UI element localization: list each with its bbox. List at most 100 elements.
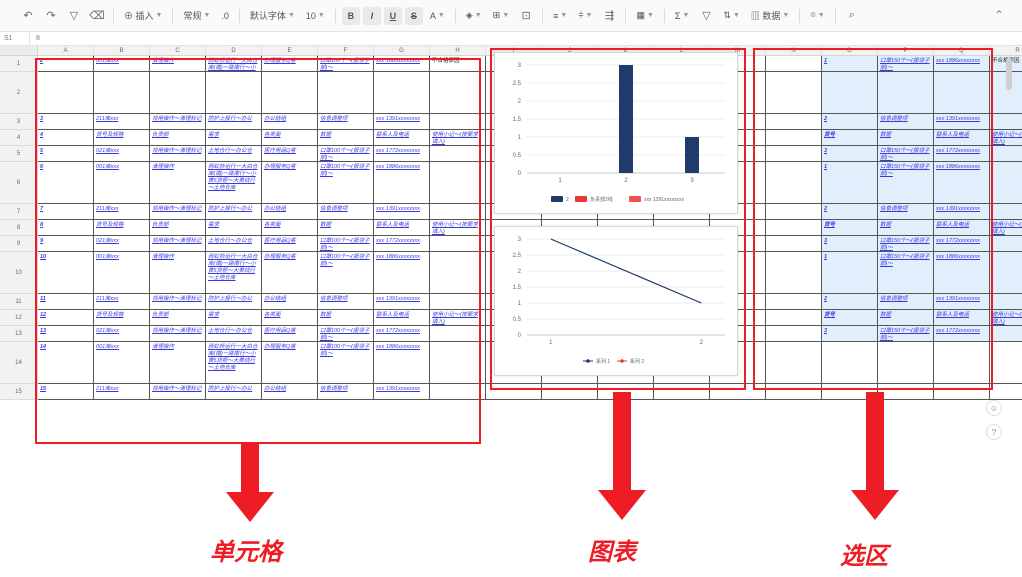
- column-header-e[interactable]: E: [262, 46, 318, 56]
- number-format-dropdown[interactable]: 常规 ▼: [179, 6, 214, 26]
- italic-button[interactable]: I: [362, 6, 381, 25]
- fill-color-icon: ◈: [465, 10, 473, 20]
- formula-bar: S1 8: [0, 32, 1022, 46]
- cell-r13[interactable]: [990, 326, 1022, 342]
- select-all-corner[interactable]: [0, 46, 38, 56]
- bar[interactable]: [619, 65, 633, 173]
- column-header-a[interactable]: A: [38, 46, 94, 56]
- y-tick-label: 1.5: [513, 117, 522, 123]
- search-icon[interactable]: ⌕: [842, 6, 862, 26]
- chevron-down-icon: ▼: [502, 12, 510, 19]
- feedback-icon[interactable]: ☺: [986, 400, 1002, 416]
- cell-r5[interactable]: [990, 146, 1022, 162]
- legend-swatch: [629, 196, 641, 202]
- redo-icon[interactable]: ↷: [41, 6, 61, 26]
- align-icon: ≡: [553, 10, 559, 21]
- row-header-3[interactable]: 3: [0, 114, 38, 130]
- chevron-down-icon: ▼: [560, 12, 568, 19]
- cell-r11[interactable]: [990, 294, 1022, 310]
- help-icon[interactable]: ?: [986, 424, 1002, 440]
- merge-cells-icon[interactable]: ⊡: [516, 6, 536, 26]
- format-painter-icon[interactable]: ▽: [64, 6, 84, 26]
- column-header-g[interactable]: G: [374, 46, 430, 56]
- function-button[interactable]: Σ ▼: [671, 6, 694, 26]
- bar-chart-panel[interactable]: 0 0.5 1 1.5 2 2.5 3 1 2 3 2 负责部2线 xxx 1391xxxxxxxx: [494, 52, 738, 214]
- cell-r15[interactable]: [990, 384, 1022, 400]
- x-tick-label: 1: [549, 340, 553, 346]
- row-header-2[interactable]: 2: [0, 72, 38, 114]
- y-tick-label: 2: [518, 99, 522, 105]
- row-header-9[interactable]: 9: [0, 236, 38, 252]
- underline-button[interactable]: U: [383, 6, 402, 25]
- column-header-d[interactable]: D: [206, 46, 262, 56]
- bar-chart-svg: 0 0.5 1 1.5 2 2.5 3 1 2 3 2 负责部2线 xxx 1391xxxxxxxx: [513, 63, 725, 203]
- cell-r14[interactable]: [990, 342, 1022, 384]
- selection-arrow-icon: [851, 392, 899, 520]
- fill-color-button[interactable]: ◈ ▼: [462, 6, 486, 26]
- legend-label: 负责部2线: [590, 196, 613, 203]
- cell-r9[interactable]: [990, 236, 1022, 252]
- column-header-c[interactable]: C: [150, 46, 206, 56]
- column-header-b[interactable]: B: [94, 46, 150, 56]
- insert-button[interactable]: ⊕ 插入 ▼: [120, 6, 166, 26]
- x-tick-label: 2: [624, 178, 628, 184]
- column-header-f[interactable]: F: [318, 46, 374, 56]
- row-header-6[interactable]: 6: [0, 162, 38, 204]
- chevron-down-icon: ▼: [732, 12, 740, 19]
- selection-callout-label: 选区: [840, 542, 888, 570]
- font-size-dropdown[interactable]: 10 ▼: [302, 6, 329, 26]
- column-header-r[interactable]: R: [990, 46, 1022, 56]
- cell-r8[interactable]: 使用小记～(按要求填入): [990, 220, 1022, 236]
- data-button[interactable]: ▥ 数据 ▼: [747, 6, 793, 26]
- freeze-button[interactable]: ▦ ▼: [632, 6, 657, 26]
- selection-highlight-box: [753, 48, 993, 390]
- vertical-align-icon: ⫩: [578, 10, 584, 20]
- row-header-10[interactable]: 10: [0, 252, 38, 294]
- cell-r10[interactable]: [990, 252, 1022, 294]
- font-color-button[interactable]: A ▼: [426, 6, 449, 26]
- chevron-down-icon: ▼: [203, 12, 211, 19]
- formula-input[interactable]: 8: [30, 35, 40, 42]
- bar[interactable]: [685, 137, 699, 173]
- strikethrough-button[interactable]: S: [404, 6, 423, 25]
- line-chart-panel[interactable]: 0 0.5 1 1.5 2 2.5 3 1 2 系列 1 系列 2: [494, 226, 738, 376]
- border-button[interactable]: ⊞ ▼: [489, 6, 513, 26]
- clear-format-icon[interactable]: ⌫: [87, 6, 107, 26]
- row-header-8[interactable]: 8: [0, 220, 38, 236]
- vertical-scrollbar[interactable]: [1006, 58, 1012, 90]
- row-header-13[interactable]: 13: [0, 326, 38, 342]
- sum-icon: Σ: [674, 10, 681, 21]
- row-header-11[interactable]: 11: [0, 294, 38, 310]
- row-header-15[interactable]: 15: [0, 384, 38, 400]
- row-header-7[interactable]: 7: [0, 204, 38, 220]
- row-header-14[interactable]: 14: [0, 342, 38, 384]
- legend-swatch: [575, 196, 587, 202]
- row-header-4[interactable]: 4: [0, 130, 38, 146]
- cell-r12[interactable]: 使用小记～(按要求填入): [990, 310, 1022, 326]
- filter-icon[interactable]: ▽: [696, 6, 716, 26]
- collapse-toolbar-icon[interactable]: ⌃: [994, 8, 1004, 22]
- protect-button[interactable]: ⌾ ▼: [806, 6, 828, 26]
- cell-r4[interactable]: 使用小记～(按要求填入): [990, 130, 1022, 146]
- decimal-button[interactable]: .0: [217, 6, 233, 26]
- cell-reference[interactable]: S1: [0, 32, 30, 45]
- row-header-5[interactable]: 5: [0, 146, 38, 162]
- y-tick-label: 2: [518, 269, 522, 275]
- chevron-down-icon: ▼: [646, 12, 654, 19]
- wrap-text-icon[interactable]: ⇶: [599, 6, 619, 26]
- column-header-h[interactable]: H: [430, 46, 486, 56]
- undo-icon[interactable]: ↶: [18, 6, 38, 26]
- sort-icon: ⇅: [723, 10, 731, 20]
- bold-button[interactable]: B: [341, 6, 360, 25]
- font-family-dropdown[interactable]: 默认字体 ▼: [246, 6, 299, 26]
- cell-r6[interactable]: [990, 162, 1022, 204]
- sort-button[interactable]: ⇅ ▼: [719, 6, 743, 26]
- cell-r7[interactable]: [990, 204, 1022, 220]
- y-tick-label: 0: [518, 171, 522, 177]
- vertical-align-button[interactable]: ⫩ ▼: [574, 6, 596, 26]
- chevron-down-icon: ▼: [782, 12, 790, 19]
- row-header-12[interactable]: 12: [0, 310, 38, 326]
- horizontal-align-button[interactable]: ≡ ▼: [549, 6, 571, 26]
- cell-r3[interactable]: [990, 114, 1022, 130]
- row-header-1[interactable]: 1: [0, 56, 38, 72]
